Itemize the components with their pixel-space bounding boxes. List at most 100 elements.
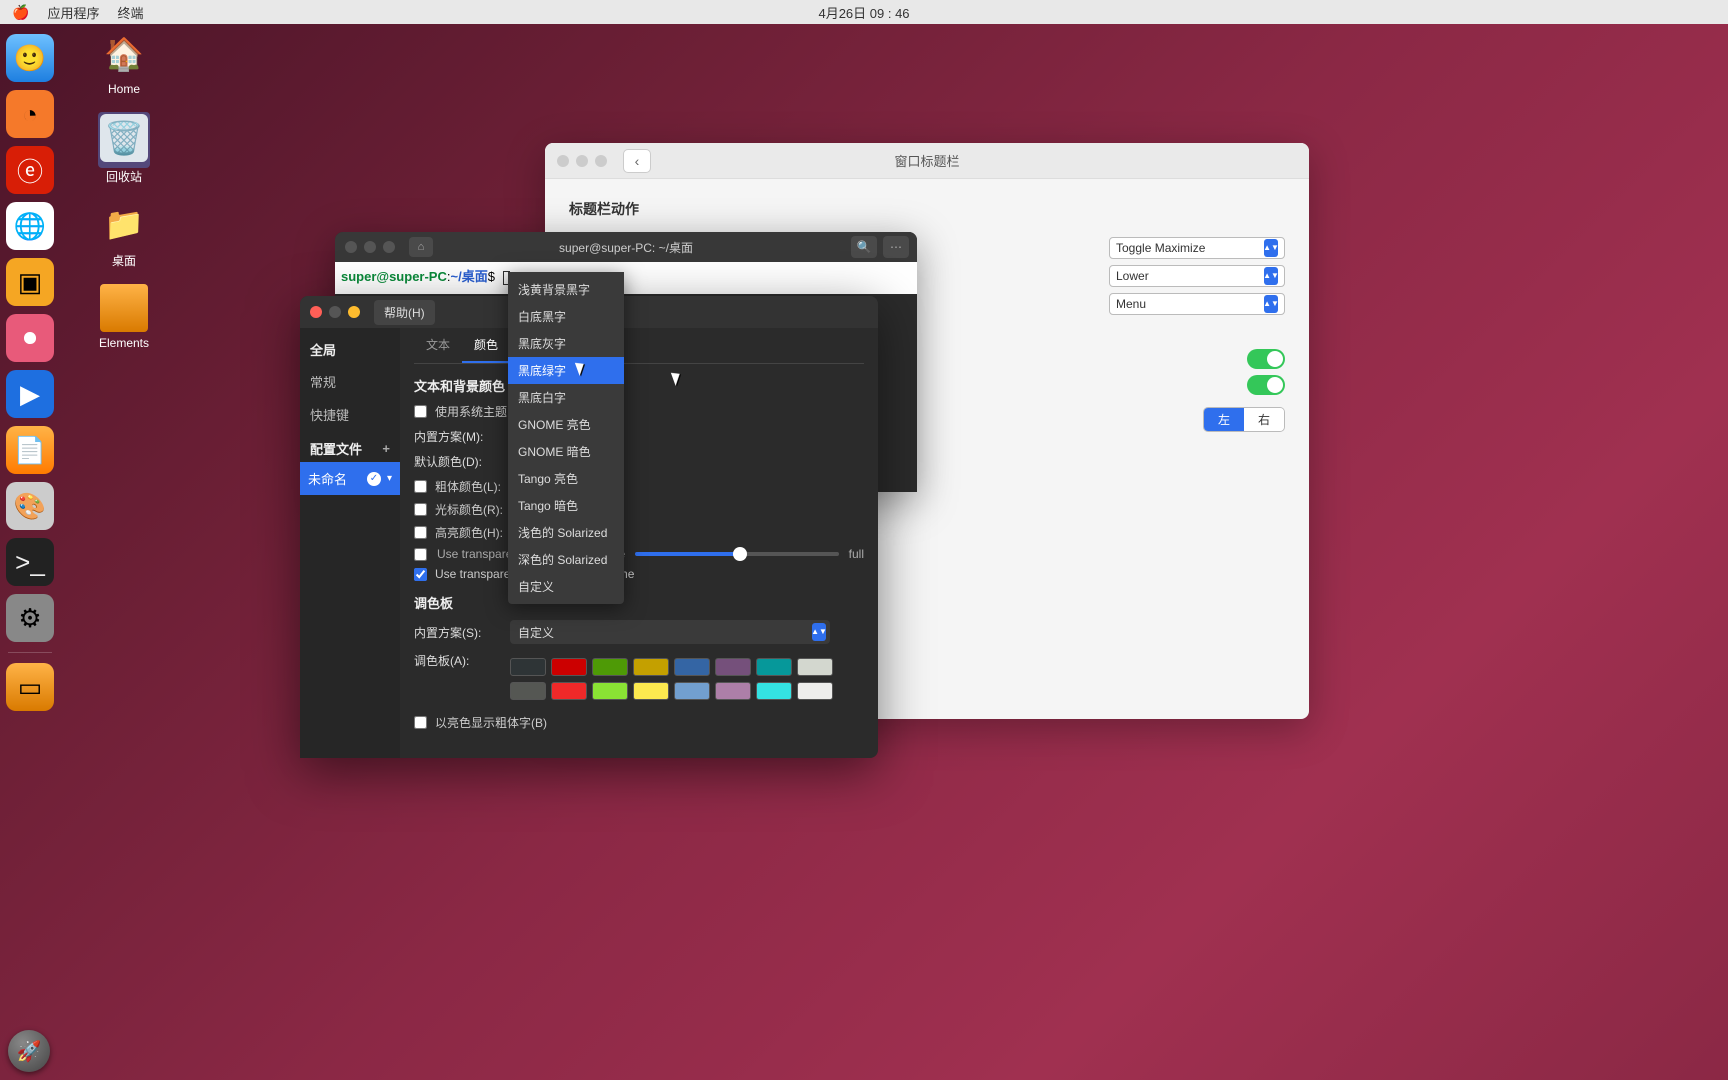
palette-swatch[interactable] bbox=[633, 682, 669, 700]
dock-netease-icon[interactable]: ⓔ bbox=[6, 146, 54, 194]
desktop-elements-icon[interactable]: Elements bbox=[84, 284, 164, 350]
palette-swatch[interactable] bbox=[797, 682, 833, 700]
dock-gimp-icon[interactable]: 🎨 bbox=[6, 482, 54, 530]
color-scheme-dropdown[interactable]: 浅黄背景黑字 白底黑字 黑底灰字 黑底绿字 黑底白字 GNOME 亮色 GNOM… bbox=[508, 272, 624, 604]
dock-screenrec-icon[interactable]: ⏺ bbox=[6, 314, 54, 362]
scheme-option[interactable]: 自定义 bbox=[508, 573, 624, 600]
terminal-min-icon[interactable] bbox=[364, 241, 376, 253]
terminal-search-button[interactable]: 🔍 bbox=[851, 236, 877, 258]
label-default-color: 默认颜色(D): bbox=[414, 453, 482, 470]
scheme-option[interactable]: Tango 暗色 bbox=[508, 492, 624, 519]
seg-left[interactable]: 左 bbox=[1204, 408, 1244, 431]
dock-separator bbox=[8, 652, 52, 653]
palette-swatch[interactable] bbox=[797, 658, 833, 676]
scheme-option[interactable]: GNOME 暗色 bbox=[508, 438, 624, 465]
palette-swatch[interactable] bbox=[551, 682, 587, 700]
palette-swatch[interactable] bbox=[510, 682, 546, 700]
settings-select-rightclick[interactable]: Menu ▲▼ bbox=[1109, 293, 1285, 315]
dock-blender-icon[interactable]: ◔ bbox=[6, 90, 54, 138]
palette-swatch[interactable] bbox=[756, 682, 792, 700]
palette-swatch[interactable] bbox=[756, 658, 792, 676]
sidebar-add-profile-button[interactable]: + bbox=[382, 441, 390, 456]
dock-finder-icon[interactable]: 🙂 bbox=[6, 34, 54, 82]
settings-toggle-2[interactable] bbox=[1247, 375, 1285, 395]
sidebar-profile-label: 未命名 bbox=[308, 469, 347, 488]
menu-terminal[interactable]: 终端 bbox=[117, 3, 143, 22]
palette-swatch[interactable] bbox=[674, 658, 710, 676]
palette-swatch[interactable] bbox=[715, 658, 751, 676]
terminal-max-icon[interactable] bbox=[383, 241, 395, 253]
launcher-button[interactable]: 🚀 bbox=[8, 1030, 50, 1072]
settings-toggle-1[interactable] bbox=[1247, 349, 1285, 369]
prefs-sidebar: 全局 常规 快捷键 配置文件 + 未命名 ✓ ▾ bbox=[300, 328, 400, 758]
settings-min-icon[interactable] bbox=[576, 155, 588, 167]
terminal-menu-button[interactable]: ⋯ bbox=[883, 236, 909, 258]
chk-bold-color[interactable] bbox=[414, 480, 427, 493]
prefs-close-icon[interactable] bbox=[310, 306, 322, 318]
scheme-option[interactable]: 黑底灰字 bbox=[508, 330, 624, 357]
prefs-min-icon[interactable] bbox=[329, 306, 341, 318]
settings-select-midclick[interactable]: Lower ▲▼ bbox=[1109, 265, 1285, 287]
dock-vmware-icon[interactable]: ▣ bbox=[6, 258, 54, 306]
check-icon: ✓ bbox=[367, 472, 381, 486]
palette-swatch[interactable] bbox=[592, 682, 628, 700]
settings-select-dblclick[interactable]: Toggle Maximize ▲▼ bbox=[1109, 237, 1285, 259]
scheme-option[interactable]: GNOME 亮色 bbox=[508, 411, 624, 438]
terminal-home-button[interactable]: ⌂ bbox=[409, 237, 433, 257]
dock-playstation-icon[interactable]: ▶ bbox=[6, 370, 54, 418]
prefs-help-button[interactable]: 帮助(H) bbox=[374, 300, 435, 325]
settings-position-segment[interactable]: 左 右 bbox=[1203, 407, 1285, 432]
terminal-prompt-path: ~/桌面 bbox=[451, 269, 488, 284]
terminal-close-icon[interactable] bbox=[345, 241, 357, 253]
dock-chrome-icon[interactable]: 🌐 bbox=[6, 202, 54, 250]
settings-close-icon[interactable] bbox=[557, 155, 569, 167]
sidebar-item-shortcuts[interactable]: 快捷键 bbox=[300, 398, 400, 431]
dropdown-arrows-icon: ▲▼ bbox=[812, 623, 826, 641]
scheme-option[interactable]: 浅黄背景黑字 bbox=[508, 276, 624, 303]
settings-titlebar: ‹ 窗口标题栏 bbox=[545, 143, 1309, 179]
scheme-option-selected[interactable]: 黑底绿字 bbox=[508, 357, 624, 384]
dock-pages-icon[interactable]: 📄 bbox=[6, 426, 54, 474]
slider-thumb[interactable] bbox=[733, 547, 747, 561]
scheme-option[interactable]: 白底黑字 bbox=[508, 303, 624, 330]
palette-swatch[interactable] bbox=[510, 658, 546, 676]
palette-swatch[interactable] bbox=[633, 658, 669, 676]
chk-transparent-bg[interactable] bbox=[414, 548, 427, 561]
chevron-down-icon[interactable]: ▾ bbox=[387, 473, 392, 484]
transparency-slider[interactable] bbox=[635, 552, 839, 556]
tab-colors[interactable]: 颜色 bbox=[462, 328, 510, 363]
palette-swatch[interactable] bbox=[715, 682, 751, 700]
scheme-option[interactable]: 黑底白字 bbox=[508, 384, 624, 411]
chk-cursor-color[interactable] bbox=[414, 503, 427, 516]
desktop-home-icon[interactable]: 🏠 Home bbox=[84, 30, 164, 96]
chk-use-system-theme[interactable] bbox=[414, 405, 427, 418]
terminal-prompt-user: super@super-PC bbox=[341, 269, 447, 284]
dock: 🙂 ◔ ⓔ 🌐 ▣ ⏺ ▶ 📄 🎨 >_ ⚙ ▭ bbox=[2, 28, 58, 717]
settings-back-button[interactable]: ‹ bbox=[623, 149, 651, 173]
apple-menu-icon[interactable]: 🍎 bbox=[12, 4, 29, 21]
desktop-trash-icon[interactable]: 🗑️ 回收站 bbox=[84, 112, 164, 185]
dock-settings-icon[interactable]: ⚙ bbox=[6, 594, 54, 642]
terminal-body[interactable]: super@super-PC:~/桌面$ bbox=[335, 262, 917, 294]
palette-scheme-select[interactable]: 自定义 ▲▼ bbox=[510, 620, 830, 644]
settings-max-icon[interactable] bbox=[595, 155, 607, 167]
prefs-max-icon[interactable] bbox=[348, 306, 360, 318]
menu-applications[interactable]: 应用程序 bbox=[47, 3, 99, 22]
palette-swatch[interactable] bbox=[592, 658, 628, 676]
dock-terminal-icon[interactable]: >_ bbox=[6, 538, 54, 586]
scheme-option[interactable]: 深色的 Solarized bbox=[508, 546, 624, 573]
tab-text[interactable]: 文本 bbox=[414, 328, 462, 363]
sidebar-item-general[interactable]: 常规 bbox=[300, 365, 400, 398]
seg-right[interactable]: 右 bbox=[1244, 408, 1284, 431]
chk-bright-bold[interactable] bbox=[414, 716, 427, 729]
palette-swatch[interactable] bbox=[551, 658, 587, 676]
chk-highlight-color[interactable] bbox=[414, 526, 427, 539]
palette-swatch[interactable] bbox=[674, 682, 710, 700]
scheme-option[interactable]: Tango 亮色 bbox=[508, 465, 624, 492]
chk-system-transparency[interactable] bbox=[414, 568, 427, 581]
dock-disk-icon[interactable]: ▭ bbox=[6, 663, 54, 711]
desktop-folder-icon[interactable]: 📁 桌面 bbox=[84, 200, 164, 269]
sidebar-profile-item[interactable]: 未命名 ✓ ▾ bbox=[300, 462, 400, 495]
label-text-bg-colors: 文本和背景颜色 bbox=[414, 376, 864, 395]
scheme-option[interactable]: 浅色的 Solarized bbox=[508, 519, 624, 546]
